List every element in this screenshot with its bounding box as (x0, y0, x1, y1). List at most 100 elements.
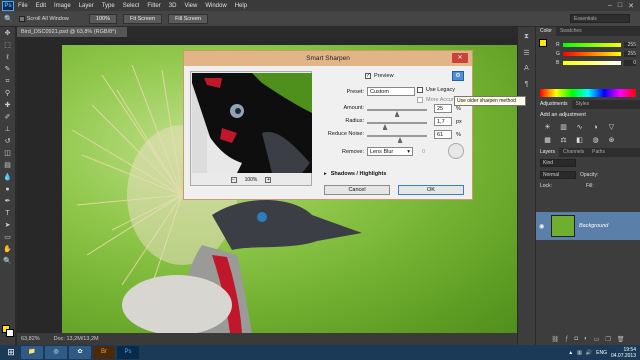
adjustment-layer-icon[interactable]: ◐ (584, 336, 588, 345)
tray-icon[interactable]: ▲ (568, 350, 573, 356)
type-tool-icon[interactable]: T (2, 209, 14, 219)
menu-window[interactable]: Window (201, 3, 230, 9)
menu-select[interactable]: Select (119, 3, 144, 9)
tab-paths[interactable]: Paths (588, 148, 609, 157)
vibrance-icon[interactable]: ▽ (606, 123, 617, 132)
red-value[interactable]: 255 (624, 42, 636, 48)
fill-screen-button[interactable]: Fill Screen (168, 13, 209, 24)
menu-edit[interactable]: Edit (32, 3, 50, 9)
paragraph-icon[interactable]: ¶ (521, 81, 533, 91)
healing-tool-icon[interactable]: ✚ (2, 101, 14, 111)
blue-value[interactable]: 0 (624, 60, 636, 66)
shape-tool-icon[interactable]: ▭ (2, 233, 14, 243)
photo-filter-icon[interactable]: ◍ (590, 136, 601, 145)
levels-icon[interactable]: ▥ (558, 123, 569, 132)
trash-icon[interactable]: 🗑 (617, 336, 625, 345)
preset-select[interactable]: Custom (367, 87, 415, 96)
zoom-level[interactable]: 63,82% (21, 336, 40, 342)
menu-file[interactable]: File (14, 3, 32, 9)
eyedropper-tool-icon[interactable]: ⚲ (2, 89, 14, 99)
menu-filter[interactable]: Filter (143, 3, 164, 9)
pen-tool-icon[interactable]: ✒ (2, 197, 14, 207)
dialog-title-bar[interactable]: Smart Sharpen ✕ (184, 51, 472, 66)
gear-settings-button[interactable]: ⚙ (452, 71, 464, 81)
red-slider[interactable] (563, 43, 621, 47)
preview-checkbox[interactable]: ✓ Preview (365, 73, 394, 79)
noise-slider-track[interactable] (367, 135, 427, 137)
quick-select-tool-icon[interactable]: ✎ (2, 65, 14, 75)
keyboard-language[interactable]: ENG (596, 350, 607, 356)
mask-icon[interactable]: ◘ (575, 336, 579, 345)
exposure-icon[interactable]: ◑ (590, 123, 601, 132)
blue-slider[interactable] (563, 61, 621, 65)
tab-styles[interactable]: Styles (572, 100, 594, 109)
dodge-tool-icon[interactable]: ● (2, 185, 14, 195)
hue-saturation-icon[interactable]: ▦ (542, 136, 553, 145)
menu-image[interactable]: Image (50, 3, 75, 9)
brush-tool-icon[interactable]: ✐ (2, 113, 14, 123)
network-icon[interactable]: ▥ (577, 350, 582, 356)
color-balance-icon[interactable]: ⚖ (558, 136, 569, 145)
radius-slider-track[interactable] (367, 122, 427, 124)
group-icon[interactable]: ▭ (594, 336, 600, 345)
ok-button[interactable]: OK (398, 185, 464, 195)
brightness-icon[interactable]: ☀ (542, 123, 553, 132)
start-button-icon[interactable]: ⊞ (3, 346, 19, 359)
lasso-tool-icon[interactable]: ℓ (2, 53, 14, 63)
menu-layer[interactable]: Layer (75, 3, 98, 9)
visibility-eye-icon[interactable]: ◉ (539, 223, 547, 230)
radius-input[interactable]: 1,7 (434, 117, 452, 126)
scroll-all-checkbox[interactable]: Scroll All Window (18, 15, 69, 22)
preview-image[interactable] (192, 73, 312, 173)
menu-type[interactable]: Type (98, 3, 119, 9)
crop-tool-icon[interactable]: ⌗ (2, 77, 14, 87)
menu-view[interactable]: View (180, 3, 201, 9)
tab-swatches[interactable]: Swatches (556, 27, 586, 36)
stamp-tool-icon[interactable]: ⊥ (2, 125, 14, 135)
zoom-100-button[interactable]: 100% (88, 13, 117, 24)
layer-name[interactable]: Background (579, 223, 608, 229)
tab-layers[interactable]: Layers (536, 148, 560, 157)
fit-screen-button[interactable]: Fit Screen (122, 13, 163, 24)
browser-taskbar-icon[interactable]: ◎ (45, 346, 67, 359)
explorer-taskbar-icon[interactable]: 📁 (21, 346, 43, 359)
marquee-tool-icon[interactable]: ⬚ (2, 41, 14, 51)
dialog-close-button[interactable]: ✕ (452, 53, 468, 63)
eraser-tool-icon[interactable]: ◫ (2, 149, 14, 159)
workspace-select[interactable]: Essentials (570, 14, 630, 23)
document-tab[interactable]: Bird_DSC0921.psd @ 63,8% (RGB/8*) (17, 27, 127, 37)
tab-adjustments[interactable]: Adjustments (536, 100, 572, 109)
zoom-out-button[interactable]: − (230, 177, 237, 183)
clock[interactable]: 19:54 04.07.2013 (611, 347, 636, 359)
history-brush-icon[interactable]: ↺ (2, 137, 14, 147)
amount-input[interactable]: 25 (434, 104, 452, 113)
app-taskbar-icon[interactable]: ✿ (69, 346, 91, 359)
menu-3d[interactable]: 3D (165, 3, 181, 9)
layer-row-background[interactable]: ◉ Background (536, 212, 640, 240)
amount-slider-track[interactable] (367, 109, 427, 111)
angle-dial[interactable] (448, 143, 464, 159)
noise-input[interactable]: 61 (434, 130, 452, 139)
green-slider[interactable] (563, 52, 621, 56)
color-spectrum[interactable] (540, 89, 636, 97)
cancel-button[interactable]: Cancel (324, 185, 390, 195)
blur-tool-icon[interactable]: 💧 (2, 173, 14, 183)
color-panel-swatch[interactable] (539, 39, 547, 47)
hand-tool-icon[interactable]: ✋ (2, 245, 14, 255)
background-color-swatch[interactable] (6, 329, 14, 337)
history-icon[interactable]: ⧗ (521, 33, 533, 43)
properties-icon[interactable]: ☰ (521, 49, 533, 59)
gradient-tool-icon[interactable]: ▤ (2, 161, 14, 171)
move-tool-icon[interactable]: ✥ (2, 29, 14, 39)
channel-mixer-icon[interactable]: ⊛ (606, 136, 617, 145)
remove-select[interactable]: Lens Blur ▾ (367, 147, 413, 156)
menu-help[interactable]: Help (231, 3, 251, 9)
radius-slider-thumb[interactable] (382, 124, 388, 130)
layer-kind-select[interactable]: Kind (540, 159, 576, 167)
new-layer-icon[interactable]: ❐ (605, 336, 610, 345)
green-value[interactable]: 255 (624, 51, 636, 57)
minimize-icon[interactable]: – (608, 2, 612, 10)
zoom-in-button[interactable]: + (265, 177, 272, 183)
tab-color[interactable]: Color (536, 27, 556, 36)
volume-icon[interactable]: 🔊 (586, 350, 592, 356)
